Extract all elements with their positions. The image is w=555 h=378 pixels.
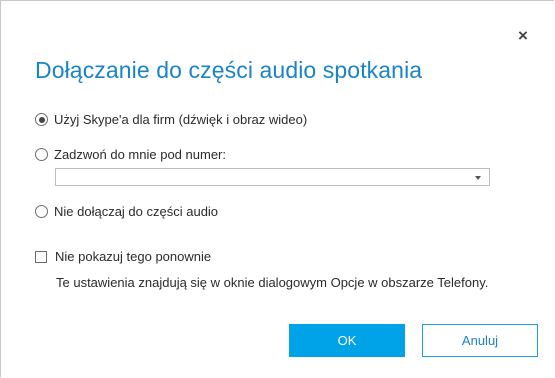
close-icon[interactable]: × [513, 26, 533, 46]
ok-button[interactable]: OK [289, 324, 405, 357]
radio-call-me[interactable]: Zadzwoń do mnie pod numer: [35, 147, 226, 162]
dont-show-again-checkbox[interactable] [35, 250, 47, 263]
dialog-title: Dołączanie do części audio spotkania [35, 57, 423, 83]
radio-use-skype-label: Użyj Skype'a dla firm (dźwięk i obraz wi… [54, 112, 308, 127]
dont-show-again-checkbox-row[interactable]: Nie pokazuj tego ponownie [35, 249, 211, 264]
chevron-down-icon[interactable] [475, 176, 481, 180]
cancel-button[interactable]: Anuluj [422, 324, 538, 357]
radio-button-checked[interactable] [35, 113, 48, 126]
radio-no-audio[interactable]: Nie dołączaj do części audio [35, 204, 218, 219]
join-audio-dialog: × Dołączanie do części audio spotkania U… [0, 0, 554, 377]
dont-show-again-label: Nie pokazuj tego ponownie [55, 249, 212, 264]
radio-no-audio-label: Nie dołączaj do części audio [54, 204, 219, 219]
radio-button[interactable] [35, 148, 48, 161]
settings-info-text: Te ustawienia znajdują się w oknie dialo… [56, 275, 489, 290]
radio-call-me-label: Zadzwoń do mnie pod numer: [54, 147, 226, 162]
phone-number-select[interactable] [55, 168, 490, 186]
radio-use-skype[interactable]: Użyj Skype'a dla firm (dźwięk i obraz wi… [35, 112, 307, 127]
radio-button[interactable] [35, 205, 48, 218]
